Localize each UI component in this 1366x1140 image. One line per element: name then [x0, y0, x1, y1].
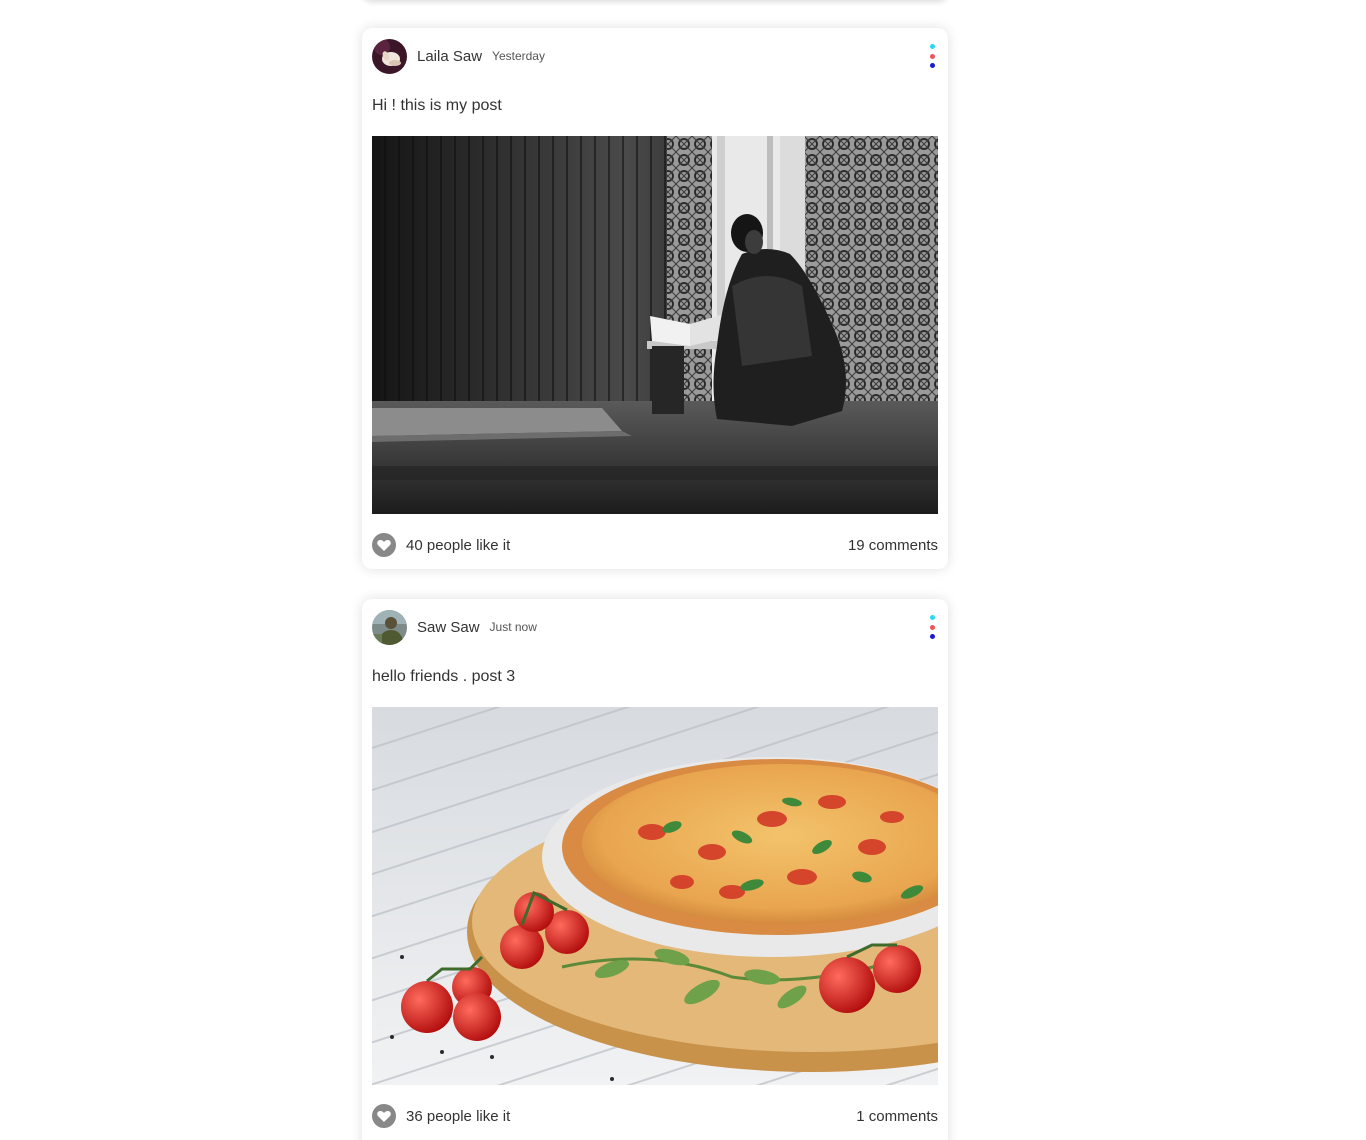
post-footer: 40 people like it 19 comments	[372, 533, 938, 557]
avatar[interactable]	[372, 609, 407, 645]
post-header: Saw Saw Just now	[372, 609, 938, 645]
post-author-info: Saw Saw Just now	[372, 609, 537, 645]
post-footer: 36 people like it 1 comments	[372, 1104, 938, 1128]
heart-icon[interactable]	[372, 1104, 396, 1128]
more-dot-middle	[930, 624, 935, 630]
more-dot-top	[930, 44, 935, 49]
more-dot-top	[930, 615, 935, 620]
more-vert-icon[interactable]	[928, 44, 938, 68]
post-date: Just now	[489, 620, 537, 634]
post-image	[372, 707, 938, 1085]
post-author-info: Laila Saw Yesterday	[372, 38, 545, 74]
more-dot-bottom	[930, 634, 935, 639]
comments-link[interactable]: 19 comments	[848, 537, 938, 554]
post-card: Saw Saw Just now hello friends . post 3	[362, 599, 948, 1140]
feed: Laila Saw Yesterday Hi ! this is my post	[0, 0, 1366, 1140]
like-button[interactable]: 36 people like it	[372, 1104, 510, 1128]
avatar[interactable]	[372, 38, 407, 74]
heart-icon[interactable]	[372, 533, 396, 557]
post-header: Laila Saw Yesterday	[372, 38, 938, 74]
like-counter: 36 people like it	[406, 1107, 511, 1125]
more-dot-middle	[930, 53, 935, 59]
post-text: hello friends . post 3	[372, 668, 516, 685]
post-image	[372, 136, 938, 514]
comments-link[interactable]: 1 comments	[856, 1108, 938, 1125]
username[interactable]: Saw Saw	[417, 619, 480, 636]
like-counter: 40 people like it	[406, 536, 511, 554]
post-text: Hi ! this is my post	[372, 97, 502, 114]
more-vert-icon[interactable]	[928, 615, 938, 639]
more-dot-bottom	[930, 63, 935, 68]
post-date: Yesterday	[492, 49, 545, 63]
like-button[interactable]: 40 people like it	[372, 533, 510, 557]
username[interactable]: Laila Saw	[417, 48, 482, 65]
post-card: Laila Saw Yesterday Hi ! this is my post	[362, 28, 948, 569]
